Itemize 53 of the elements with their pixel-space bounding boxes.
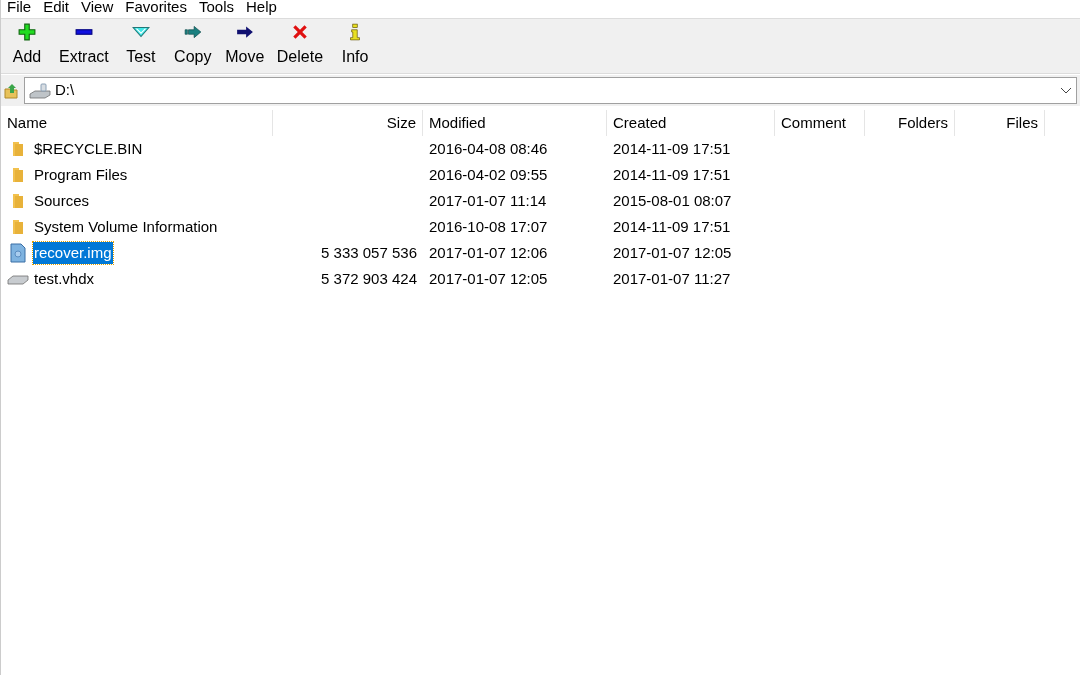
toolbar-button[interactable]: Extract xyxy=(53,23,115,67)
toolbar-button[interactable]: Test xyxy=(114,23,167,67)
disc-file-icon xyxy=(10,243,26,263)
table-cell: 2015-08-01 08:07 xyxy=(613,191,732,209)
menu-item[interactable]: Tools xyxy=(198,0,234,14)
table-cell: 2017-01-07 12:06 xyxy=(429,243,548,261)
menu-item[interactable]: File xyxy=(7,0,32,14)
table-cell: 2014-11-09 17:51 xyxy=(613,139,731,157)
dropdown-icon[interactable] xyxy=(1060,86,1072,95)
table-cell: 2014-11-09 17:51 xyxy=(613,165,731,183)
column-header[interactable]: Comment xyxy=(775,110,865,136)
file-name[interactable]: recover.img xyxy=(33,241,113,265)
drive-icon xyxy=(29,82,51,99)
menu-item[interactable]: Help xyxy=(246,0,277,14)
delete-icon xyxy=(290,23,309,41)
column-header[interactable]: Name xyxy=(1,110,273,136)
address-field[interactable]: D:\ xyxy=(24,77,1077,104)
file-name[interactable]: $RECYCLE.BIN xyxy=(33,137,144,161)
table-cell: 2017-01-07 12:05 xyxy=(613,243,732,261)
column-header[interactable]: Modified xyxy=(423,110,607,136)
table-cell: 2016-04-08 08:46 xyxy=(429,139,548,157)
menu-item[interactable]: Edit xyxy=(43,0,70,14)
folder-icon xyxy=(11,140,25,158)
menu-item[interactable]: View xyxy=(81,0,114,14)
table-cell: 2017-01-07 11:14 xyxy=(429,191,547,209)
file-name[interactable]: Program Files xyxy=(33,163,129,187)
toolbar-button[interactable]: Copy xyxy=(166,23,219,67)
table-cell: 5 333 057 536 xyxy=(321,243,417,261)
toolbar-button[interactable]: Delete xyxy=(270,23,330,67)
table-cell: 2017-01-07 11:27 xyxy=(613,269,731,287)
table-cell: 2014-11-09 17:51 xyxy=(613,217,731,235)
folder-icon xyxy=(11,166,25,184)
copy-icon xyxy=(183,23,202,41)
column-header[interactable]: Size xyxy=(273,110,423,136)
column-header[interactable]: Files xyxy=(955,110,1045,136)
file-name[interactable]: System Volume Information xyxy=(33,215,219,239)
add-icon xyxy=(18,23,36,41)
toolbar-button[interactable]: Info xyxy=(329,23,382,67)
column-header[interactable]: Created xyxy=(607,110,775,136)
folder-up-icon[interactable] xyxy=(4,82,20,99)
toolbar-button[interactable]: Add xyxy=(1,23,53,67)
table-cell: 5 372 903 424 xyxy=(321,269,417,287)
column-header[interactable]: Folders xyxy=(865,110,955,136)
toolbar-button[interactable]: Move xyxy=(218,23,271,67)
folder-icon xyxy=(11,192,25,210)
table-cell: 2017-01-07 12:05 xyxy=(429,269,548,287)
disk-drive-icon xyxy=(7,273,29,285)
file-name[interactable]: test.vhdx xyxy=(33,267,96,291)
table-cell: 2016-10-08 17:07 xyxy=(429,217,548,235)
menu-item[interactable]: Favorites xyxy=(125,0,187,14)
file-name[interactable]: Sources xyxy=(33,189,91,213)
table-cell: 2016-04-02 09:55 xyxy=(429,165,548,183)
folder-icon xyxy=(11,218,25,236)
